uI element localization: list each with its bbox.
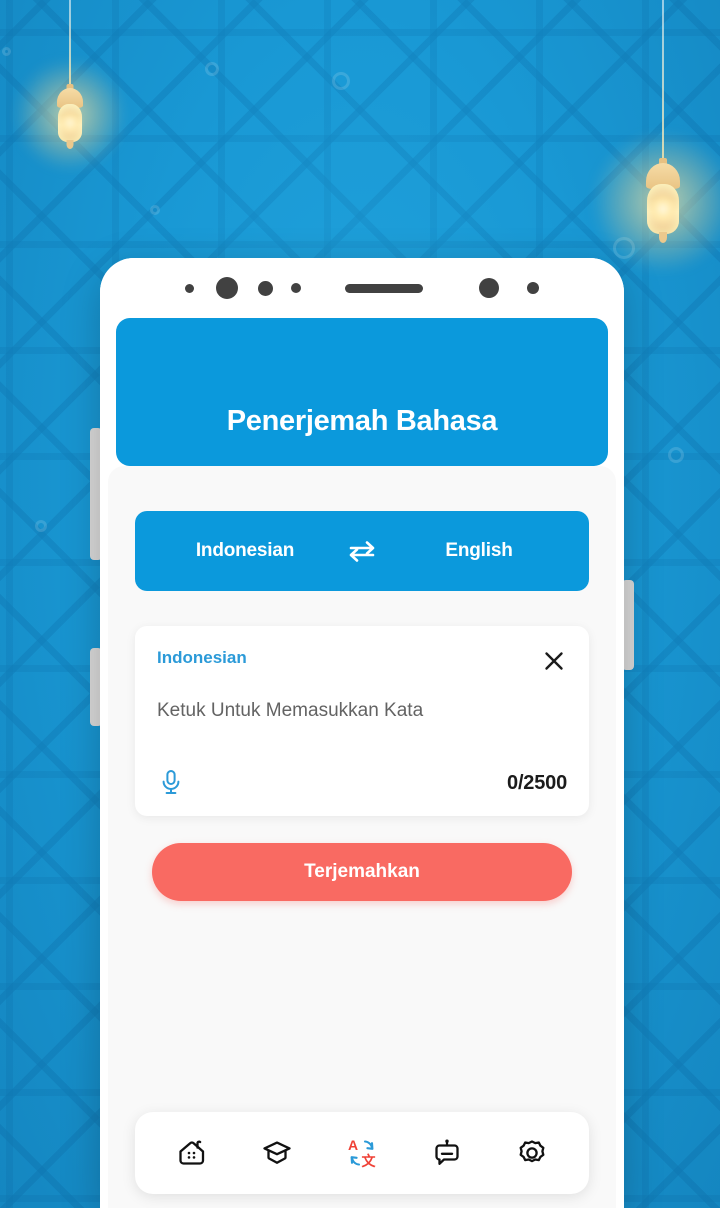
clear-text-button[interactable] xyxy=(541,648,567,674)
nav-item-home[interactable] xyxy=(164,1125,220,1181)
lantern-flame xyxy=(650,194,676,224)
translate-button[interactable]: Terjemahkan xyxy=(152,843,572,901)
phone-notch xyxy=(100,258,624,318)
source-language-button[interactable]: Indonesian xyxy=(175,540,315,562)
nav-item-learn[interactable] xyxy=(249,1125,305,1181)
lantern-right xyxy=(593,0,720,272)
microphone-icon xyxy=(162,770,180,794)
input-language-label: Indonesian xyxy=(157,648,247,667)
phone-mockup: Penerjemah Bahasa Indonesian English Ind… xyxy=(100,258,624,1208)
sensor-dot-small xyxy=(291,283,301,293)
text-input-placeholder[interactable]: Ketuk Untuk Memasukkan Kata xyxy=(157,700,567,722)
translate-icon: A 文 xyxy=(348,1137,377,1170)
app-content: Indonesian English Indonesian Ketuk Untu… xyxy=(108,466,616,1208)
svg-text:A: A xyxy=(348,1137,358,1153)
graduation-cap-icon xyxy=(263,1141,291,1164)
lantern-tip xyxy=(659,232,667,243)
app-header: Penerjemah Bahasa xyxy=(116,318,608,466)
close-icon xyxy=(545,652,563,670)
decorative-bubble xyxy=(35,520,47,532)
chatbot-icon xyxy=(435,1139,459,1165)
language-selector-bar: Indonesian English xyxy=(135,511,589,591)
decorative-bubble xyxy=(668,447,684,463)
input-card-header: Indonesian xyxy=(157,648,567,674)
character-counter: 0/2500 xyxy=(507,771,567,794)
sensor-dot-medium xyxy=(258,280,273,296)
speaker-grill xyxy=(345,283,423,293)
lantern-left xyxy=(15,0,125,170)
lantern-flame xyxy=(60,112,80,134)
page-title: Penerjemah Bahasa xyxy=(226,405,498,437)
nav-item-translate[interactable]: A 文 xyxy=(334,1125,390,1181)
camera-dot-large xyxy=(216,277,238,299)
input-card-footer: 0/2500 xyxy=(157,768,567,798)
bottom-navigation-bar: A 文 xyxy=(135,1112,589,1194)
home-icon xyxy=(178,1140,204,1165)
text-input-card: Indonesian Ketuk Untuk Memasukkan Kata 0 xyxy=(135,626,589,816)
svg-text:文: 文 xyxy=(361,1153,376,1170)
decorative-bubble xyxy=(150,205,160,215)
sensor-dot-small xyxy=(185,283,194,293)
decorative-bubble xyxy=(332,72,350,90)
nav-item-chatbot[interactable] xyxy=(419,1125,475,1181)
swap-horizontal-icon xyxy=(349,541,375,562)
target-language-button[interactable]: English xyxy=(409,540,549,562)
nav-item-settings[interactable] xyxy=(504,1125,560,1181)
sensor-dot-small xyxy=(527,282,539,294)
decorative-bubble xyxy=(2,47,11,56)
decorative-bubble xyxy=(205,62,219,76)
gear-icon xyxy=(519,1140,545,1163)
camera-dot-large xyxy=(479,278,499,298)
swap-languages-button[interactable] xyxy=(345,534,379,568)
voice-input-button[interactable] xyxy=(157,768,185,798)
lantern-tip xyxy=(66,140,74,149)
